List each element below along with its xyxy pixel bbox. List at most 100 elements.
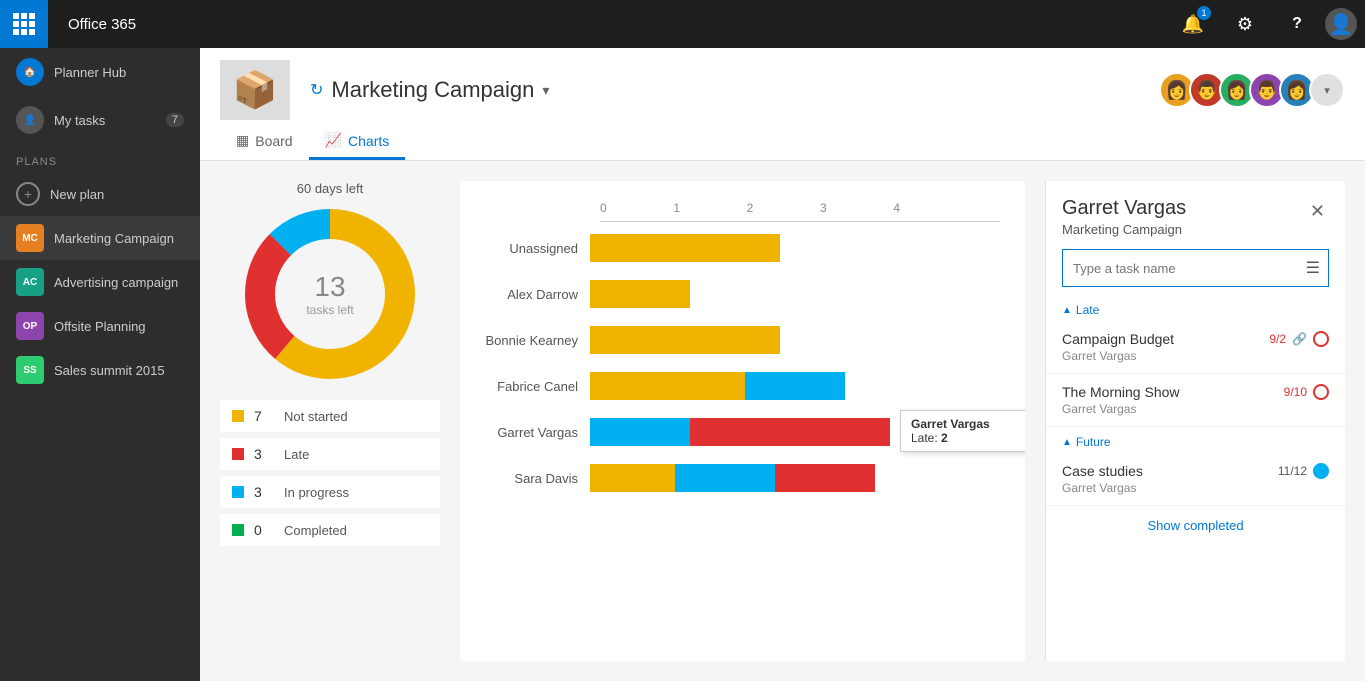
bar-segment-blue-garret bbox=[590, 418, 690, 446]
section-header-future[interactable]: ▲ Future bbox=[1046, 427, 1345, 453]
days-left: 60 days left bbox=[220, 181, 440, 196]
legend-item-not-started: 7 Not started bbox=[220, 400, 440, 432]
bar-label-alex-darrow: Alex Darrow bbox=[480, 287, 590, 302]
new-plan-label: New plan bbox=[50, 187, 104, 202]
sales-summit-label: Sales summit 2015 bbox=[54, 363, 165, 378]
legend-label-not-started: Not started bbox=[284, 409, 348, 424]
task-name-campaign-budget[interactable]: Campaign Budget bbox=[1062, 331, 1261, 347]
axis-label-0: 0 bbox=[600, 201, 607, 215]
header-top: 📦 ↻ Marketing Campaign ▾ 👩 👨 👩 👨 👩 ▾ bbox=[200, 48, 1365, 120]
task-circle-morning-show[interactable] bbox=[1313, 384, 1329, 400]
charts-icon: 📈 bbox=[325, 132, 342, 149]
bar-row-alex-darrow: Alex Darrow bbox=[480, 280, 1005, 308]
project-dropdown-arrow[interactable]: ▾ bbox=[542, 82, 549, 99]
sidebar-item-advertising-campaign[interactable]: AC Advertising campaign bbox=[0, 260, 200, 304]
task-name-morning-show[interactable]: The Morning Show bbox=[1062, 384, 1276, 400]
new-plan-button[interactable]: + New plan bbox=[0, 172, 200, 216]
project-title: Marketing Campaign bbox=[331, 77, 534, 103]
late-section-arrow: ▲ bbox=[1062, 305, 1072, 316]
member-avatars: 👩 👨 👩 👨 👩 ▾ bbox=[1159, 72, 1345, 108]
legend-dot-in-progress bbox=[232, 486, 244, 498]
bar-label-garret-vargas: Garret Vargas bbox=[480, 425, 590, 440]
task-meta-campaign-budget: 9/2 🔗 bbox=[1269, 331, 1329, 347]
task-info-morning-show: The Morning Show Garret Vargas bbox=[1062, 384, 1276, 416]
legend-dot-late bbox=[232, 448, 244, 460]
task-assignee-morning-show: Garret Vargas bbox=[1062, 402, 1276, 416]
axis-label-1: 1 bbox=[673, 201, 680, 215]
advertising-campaign-icon: AC bbox=[16, 268, 44, 296]
task-name-case-studies[interactable]: Case studies bbox=[1062, 463, 1270, 479]
sidebar-item-sales-summit[interactable]: SS Sales summit 2015 bbox=[0, 348, 200, 392]
tooltip-person-name: Garret Vargas bbox=[911, 417, 1019, 431]
donut-center: 13 tasks left bbox=[306, 271, 353, 317]
notification-button[interactable]: 🔔 1 bbox=[1169, 0, 1217, 48]
donut-chart: 13 tasks left bbox=[240, 204, 420, 384]
tab-charts-label: Charts bbox=[348, 133, 389, 149]
legend-item-completed: 0 Completed bbox=[220, 514, 440, 546]
tab-charts[interactable]: 📈 Charts bbox=[309, 124, 406, 160]
sidebar-item-marketing-campaign[interactable]: MC Marketing Campaign bbox=[0, 216, 200, 260]
task-meta-morning-show: 9/10 bbox=[1284, 384, 1329, 400]
tooltip-detail: Late: 2 bbox=[911, 431, 1019, 445]
bar-label-bonnie-kearney: Bonnie Kearney bbox=[480, 333, 590, 348]
bar-row-garret-vargas: Garret Vargas Garret Vargas Late: 2 bbox=[480, 418, 1005, 446]
task-circle-campaign-budget[interactable] bbox=[1313, 331, 1329, 347]
axis-line bbox=[600, 221, 1000, 222]
late-section-label: Late bbox=[1076, 303, 1099, 317]
task-name-input[interactable] bbox=[1063, 253, 1298, 284]
bar-row-bonnie-kearney: Bonnie Kearney bbox=[480, 326, 1005, 354]
legend-item-late: 3 Late bbox=[220, 438, 440, 470]
task-list-icon[interactable]: ☰ bbox=[1298, 250, 1328, 286]
bar-track-sara-davis bbox=[590, 464, 1005, 492]
offsite-planning-icon: OP bbox=[16, 312, 44, 340]
show-completed-button[interactable]: Show completed bbox=[1046, 506, 1345, 545]
advertising-campaign-label: Advertising campaign bbox=[54, 275, 178, 290]
settings-button[interactable]: ⚙ bbox=[1221, 0, 1269, 48]
board-icon: ▦ bbox=[236, 132, 249, 149]
sidebar: 🏠 Planner Hub 👤 My tasks 7 Plans + New p… bbox=[0, 48, 200, 681]
charts-content: 60 days left 13 tasks left bbox=[200, 161, 1365, 681]
legend-item-in-progress: 3 In progress bbox=[220, 476, 440, 508]
bar-segment-red-garret bbox=[690, 418, 890, 446]
bar-segment-red-sara bbox=[775, 464, 875, 492]
sales-summit-icon: SS bbox=[16, 356, 44, 384]
legend-count-late: 3 bbox=[254, 446, 274, 462]
user-avatar-top[interactable]: 👤 bbox=[1325, 8, 1357, 40]
app-grid-button[interactable] bbox=[0, 0, 48, 48]
legend-count-not-started: 7 bbox=[254, 408, 274, 424]
right-panel-project-name: Marketing Campaign bbox=[1062, 222, 1186, 237]
donut-area: 60 days left 13 tasks left bbox=[220, 181, 440, 661]
bar-track-alex-darrow bbox=[590, 280, 1005, 308]
axis-label-2: 2 bbox=[747, 201, 754, 215]
project-info: ↻ Marketing Campaign ▾ bbox=[310, 77, 549, 103]
bar-segment-yellow-fabrice bbox=[590, 372, 745, 400]
sidebar-item-planner-hub[interactable]: 🏠 Planner Hub bbox=[0, 48, 200, 96]
bar-chart-area: 0 1 2 3 4 Unassigned Alex Darrow bbox=[460, 181, 1025, 661]
legend-label-in-progress: In progress bbox=[284, 485, 349, 500]
section-header-late[interactable]: ▲ Late bbox=[1046, 295, 1345, 321]
legend: 7 Not started 3 Late 3 In progress bbox=[220, 400, 440, 546]
gear-icon: ⚙ bbox=[1237, 14, 1253, 35]
task-circle-case-studies[interactable] bbox=[1313, 463, 1329, 479]
right-panel-person-name: Garret Vargas bbox=[1062, 197, 1186, 220]
bar-label-fabrice-canel: Fabrice Canel bbox=[480, 379, 590, 394]
right-panel: Garret Vargas Marketing Campaign ✕ ☰ ▲ L… bbox=[1045, 181, 1345, 661]
help-button[interactable]: ? bbox=[1273, 0, 1321, 48]
app-title: Office 365 bbox=[48, 16, 156, 33]
sidebar-item-my-tasks[interactable]: 👤 My tasks 7 bbox=[0, 96, 200, 144]
sidebar-item-offsite-planning[interactable]: OP Offsite Planning bbox=[0, 304, 200, 348]
tab-board[interactable]: ▦ Board bbox=[220, 124, 309, 160]
bar-row-fabrice-canel: Fabrice Canel bbox=[480, 372, 1005, 400]
close-panel-button[interactable]: ✕ bbox=[1306, 197, 1329, 226]
task-meta-case-studies: 11/12 bbox=[1278, 463, 1329, 479]
task-item-campaign-budget: Campaign Budget Garret Vargas 9/2 🔗 bbox=[1046, 321, 1345, 374]
task-item-morning-show: The Morning Show Garret Vargas 9/10 bbox=[1046, 374, 1345, 427]
future-section-label: Future bbox=[1076, 435, 1111, 449]
task-assignee-case-studies: Garret Vargas bbox=[1062, 481, 1270, 495]
task-count-case-studies: 11/12 bbox=[1278, 464, 1307, 478]
member-more-button[interactable]: ▾ bbox=[1309, 72, 1345, 108]
bar-track-unassigned bbox=[590, 234, 1005, 262]
bar-tooltip-garret: Garret Vargas Late: 2 bbox=[900, 410, 1025, 452]
legend-label-completed: Completed bbox=[284, 523, 347, 538]
task-info-campaign-budget: Campaign Budget Garret Vargas bbox=[1062, 331, 1261, 363]
